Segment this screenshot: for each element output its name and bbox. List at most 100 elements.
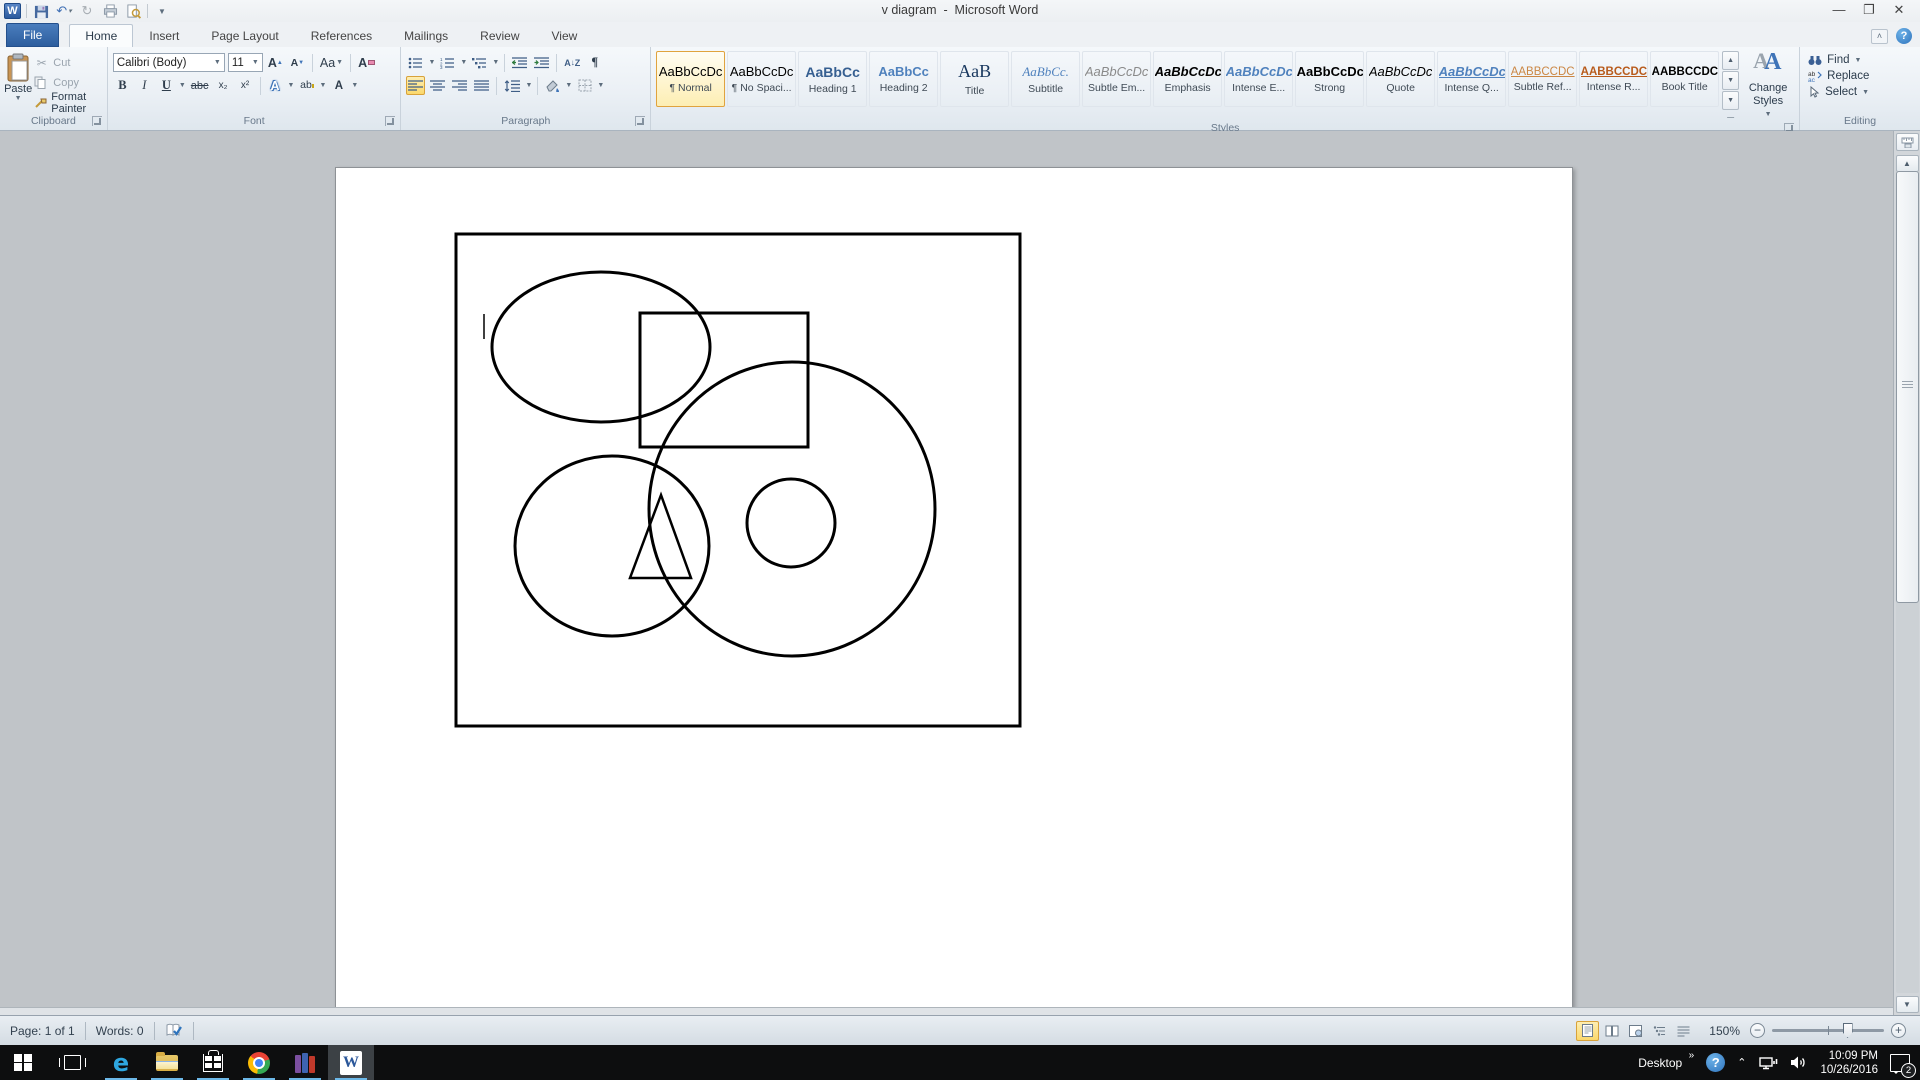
tab-view[interactable]: View	[536, 24, 594, 47]
style-item-intense-e-[interactable]: AaBbCcDc Intense E...	[1224, 51, 1293, 107]
style-item-intense-r-[interactable]: AABBCCDC Intense R...	[1579, 51, 1648, 107]
bold-button[interactable]: B	[113, 76, 132, 95]
clipboard-dialog-launcher-icon[interactable]	[92, 116, 102, 126]
select-button[interactable]: Select▼	[1808, 86, 1869, 98]
desktop-toolbar[interactable]: Desktop»	[1638, 1056, 1694, 1070]
font-name-select[interactable]: Calibri (Body)▼	[113, 53, 225, 72]
paste-dropdown-icon[interactable]: ▼	[15, 95, 22, 102]
underline-dropdown-icon[interactable]: ▼	[179, 82, 186, 89]
align-right-button[interactable]	[450, 76, 469, 95]
taskbar-edge-button[interactable]: e	[98, 1045, 144, 1080]
numbering-button[interactable]: 123	[438, 53, 457, 72]
document-area[interactable]: ▲ ▼	[0, 131, 1920, 1015]
font-dialog-launcher-icon[interactable]	[385, 116, 395, 126]
vertical-scrollbar[interactable]: ▲ ▼	[1893, 131, 1920, 1015]
gallery-scroll-down-icon[interactable]: ▼	[1722, 71, 1739, 90]
tray-help-icon[interactable]: ?	[1706, 1053, 1725, 1072]
taskbar-winrar-button[interactable]	[282, 1045, 328, 1080]
network-icon[interactable]	[1758, 1055, 1778, 1071]
minimize-button[interactable]: —	[1824, 0, 1854, 20]
tab-review[interactable]: Review	[464, 24, 535, 47]
tab-mailings[interactable]: Mailings	[388, 24, 464, 47]
subscript-button[interactable]: x₂	[214, 76, 233, 95]
shrink-font-button[interactable]: A▼	[288, 53, 307, 72]
replace-button[interactable]: abac Replace	[1808, 70, 1869, 82]
text-effects-button[interactable]: A	[266, 76, 285, 95]
taskbar-store-button[interactable]	[190, 1045, 236, 1080]
find-button[interactable]: Find▼	[1808, 54, 1869, 66]
highlight-dropdown-icon[interactable]: ▼	[319, 82, 326, 89]
zoom-out-icon[interactable]: −	[1750, 1023, 1765, 1038]
zoom-in-icon[interactable]: +	[1891, 1023, 1906, 1038]
strikethrough-button[interactable]: abc	[189, 76, 211, 95]
scrollbar-track[interactable]	[1896, 171, 1919, 993]
show-hide-pilcrow-button[interactable]: ¶	[585, 53, 604, 72]
scroll-up-icon[interactable]: ▲	[1896, 155, 1919, 172]
format-painter-button[interactable]: Format Painter	[34, 94, 105, 111]
gallery-more-icon[interactable]: ▼—	[1722, 91, 1739, 110]
style-item-title[interactable]: AaB Title	[940, 51, 1009, 107]
task-view-button[interactable]	[46, 1045, 98, 1080]
italic-button[interactable]: I	[135, 76, 154, 95]
restore-button[interactable]: ❐	[1854, 0, 1884, 20]
style-item-heading-1[interactable]: AaBbCc Heading 1	[798, 51, 867, 107]
volume-icon[interactable]	[1790, 1055, 1808, 1070]
word-count-status[interactable]: Words: 0	[86, 1016, 154, 1045]
style-item-strong[interactable]: AaBbCcDc Strong	[1295, 51, 1364, 107]
cut-button[interactable]: ✂Cut	[34, 54, 105, 71]
taskbar-file-explorer-button[interactable]	[144, 1045, 190, 1080]
bullets-button[interactable]	[406, 53, 425, 72]
change-styles-button[interactable]: AA Change Styles ▼	[1739, 49, 1797, 121]
tab-page-layout[interactable]: Page Layout	[195, 24, 294, 47]
tab-file[interactable]: File	[6, 23, 59, 47]
align-left-button[interactable]	[406, 76, 425, 95]
taskbar-chrome-button[interactable]	[236, 1045, 282, 1080]
scrollbar-thumb[interactable]	[1896, 171, 1919, 603]
action-center-icon[interactable]: 2	[1890, 1054, 1910, 1072]
minimize-ribbon-icon[interactable]: ˄	[1871, 29, 1888, 44]
close-button[interactable]: ✕	[1884, 0, 1914, 20]
document-page[interactable]	[335, 167, 1573, 1015]
view-ruler-button[interactable]	[1896, 133, 1919, 151]
web-layout-view-button[interactable]	[1624, 1021, 1647, 1041]
font-size-select[interactable]: 11▼	[228, 53, 263, 72]
style-item-subtitle[interactable]: AaBbCc. Subtitle	[1011, 51, 1080, 107]
style-item--no-spaci-[interactable]: AaBbCcDc ¶ No Spaci...	[727, 51, 796, 107]
grow-font-button[interactable]: A▲	[266, 53, 285, 72]
change-case-button[interactable]: Aa▼	[318, 53, 345, 72]
font-color-dropdown-icon[interactable]: ▼	[351, 82, 358, 89]
draft-view-button[interactable]	[1672, 1021, 1695, 1041]
clock[interactable]: 10:09 PM10/26/2016	[1820, 1049, 1878, 1077]
highlight-button[interactable]: ab	[297, 76, 316, 95]
zoom-level-label[interactable]: 150%	[1709, 1024, 1740, 1038]
line-spacing-button[interactable]	[502, 76, 522, 95]
taskbar-word-button[interactable]: W	[328, 1045, 374, 1080]
tray-expand-icon[interactable]: ⌃	[1737, 1056, 1746, 1069]
increase-indent-button[interactable]	[532, 53, 551, 72]
style-item-heading-2[interactable]: AaBbCc Heading 2	[869, 51, 938, 107]
page-count-status[interactable]: Page: 1 of 1	[0, 1016, 85, 1045]
style-item-subtle-em-[interactable]: AaBbCcDc Subtle Em...	[1082, 51, 1151, 107]
superscript-button[interactable]: x²	[236, 76, 255, 95]
text-effects-dropdown-icon[interactable]: ▼	[288, 82, 295, 89]
help-icon[interactable]: ?	[1896, 28, 1912, 44]
toolbar-overflow-icon[interactable]: »	[1689, 1050, 1695, 1061]
style-item-quote[interactable]: AaBbCcDc Quote	[1366, 51, 1435, 107]
paste-button[interactable]: Paste ▼	[2, 49, 34, 114]
style-item-subtle-ref-[interactable]: AABBCCDC Subtle Ref...	[1508, 51, 1577, 107]
print-layout-view-button[interactable]	[1576, 1021, 1599, 1041]
full-screen-reading-view-button[interactable]	[1600, 1021, 1623, 1041]
align-center-button[interactable]	[428, 76, 447, 95]
outline-view-button[interactable]	[1648, 1021, 1671, 1041]
multilevel-list-button[interactable]	[470, 53, 489, 72]
start-button[interactable]	[0, 1045, 46, 1080]
tab-insert[interactable]: Insert	[133, 24, 195, 47]
gallery-scroll-up-icon[interactable]: ▲	[1722, 51, 1739, 70]
zoom-slider-thumb[interactable]	[1843, 1023, 1853, 1038]
tab-home[interactable]: Home	[69, 24, 133, 47]
horizontal-scrollbar[interactable]	[0, 1007, 1893, 1015]
style-item-book-title[interactable]: AABBCCDC Book Title	[1650, 51, 1719, 107]
tab-references[interactable]: References	[295, 24, 388, 47]
font-color-button[interactable]: A	[329, 76, 348, 95]
scroll-down-icon[interactable]: ▼	[1896, 996, 1919, 1013]
